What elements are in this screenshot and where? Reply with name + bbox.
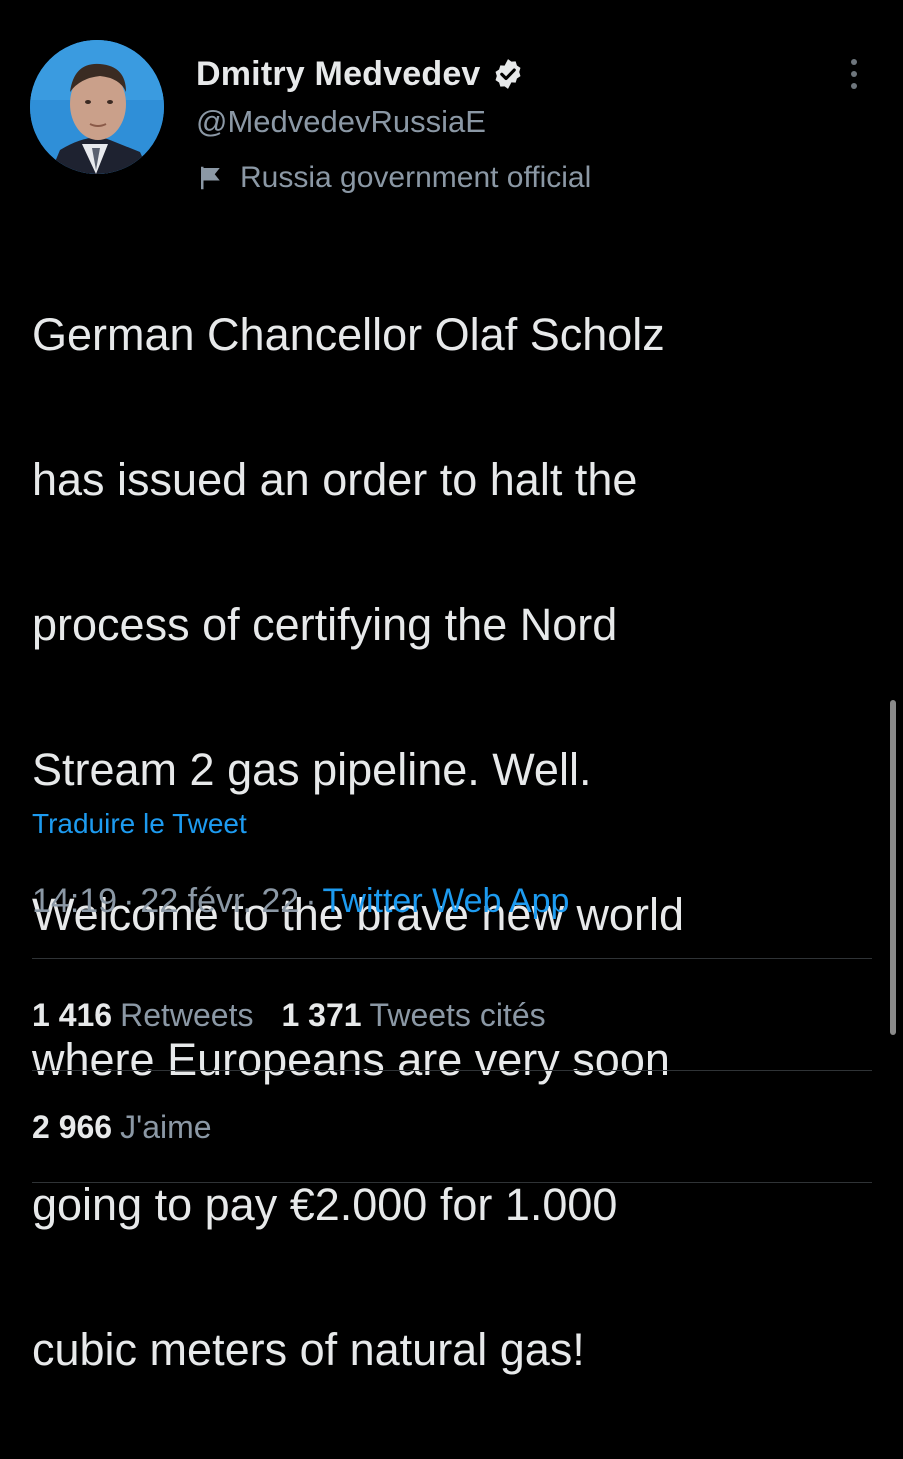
retweets-label: Retweets (120, 997, 254, 1033)
verified-badge-icon (491, 57, 525, 91)
tweet-text-line: German Chancellor Olaf Scholz (32, 308, 665, 360)
account-label-text: Russia government official (240, 161, 592, 194)
likes-stat[interactable]: 2 966 J'aime (32, 1109, 212, 1145)
avatar[interactable] (30, 40, 164, 174)
divider (32, 1182, 872, 1183)
tweet-text-line: cubic meters of natural gas! (32, 1323, 585, 1375)
tweet-text-line: process of certifying the Nord (32, 598, 618, 650)
retweet-stats-row: 1 416 Retweets 1 371 Tweets cités (32, 997, 546, 1034)
meta-separator: · (305, 882, 317, 920)
tweet-text: German Chancellor Olaf Scholz has issued… (32, 226, 882, 1459)
tweet-text-line: going to pay €2.000 for 1.000 (32, 1178, 618, 1230)
retweets-stat[interactable]: 1 416 Retweets (32, 997, 253, 1033)
quotes-stat[interactable]: 1 371 Tweets cités (281, 997, 545, 1033)
more-vertical-icon[interactable] (840, 56, 868, 92)
quotes-count: 1 371 (281, 997, 362, 1033)
tweet-header: Dmitry Medvedev @MedvedevRussiaE Russia … (196, 50, 591, 198)
tweet-time[interactable]: 14:19 (32, 882, 117, 920)
tweet-source-link[interactable]: Twitter Web App (323, 882, 570, 920)
meta-separator: · (123, 882, 135, 920)
likes-count: 2 966 (32, 1109, 113, 1145)
name-row: Dmitry Medvedev (196, 50, 591, 98)
divider (32, 1070, 872, 1071)
tweet-metadata: 14:19 · 22 févr. 22 · Twitter Web App (32, 882, 569, 921)
likes-stats-row: 2 966 J'aime (32, 1109, 212, 1146)
divider (32, 958, 872, 959)
scrollbar[interactable] (890, 700, 896, 1035)
translate-tweet-link[interactable]: Traduire le Tweet (32, 808, 247, 840)
tweet-text-line: Stream 2 gas pipeline. Well. (32, 743, 592, 795)
tweet-text-line: where Europeans are very soon (32, 1033, 670, 1085)
quotes-label: Tweets cités (369, 997, 546, 1033)
display-name[interactable]: Dmitry Medvedev (196, 55, 481, 94)
tweet-date[interactable]: 22 févr. 22 (140, 882, 299, 920)
tweet-text-line: has issued an order to halt the (32, 453, 638, 505)
user-handle[interactable]: @MedvedevRussiaE (196, 104, 591, 148)
likes-label: J'aime (120, 1109, 212, 1145)
flag-icon (196, 163, 226, 193)
retweets-count: 1 416 (32, 997, 113, 1033)
tweet-detail: Dmitry Medvedev @MedvedevRussiaE Russia … (0, 0, 903, 1375)
account-label[interactable]: Russia government official (196, 158, 591, 198)
